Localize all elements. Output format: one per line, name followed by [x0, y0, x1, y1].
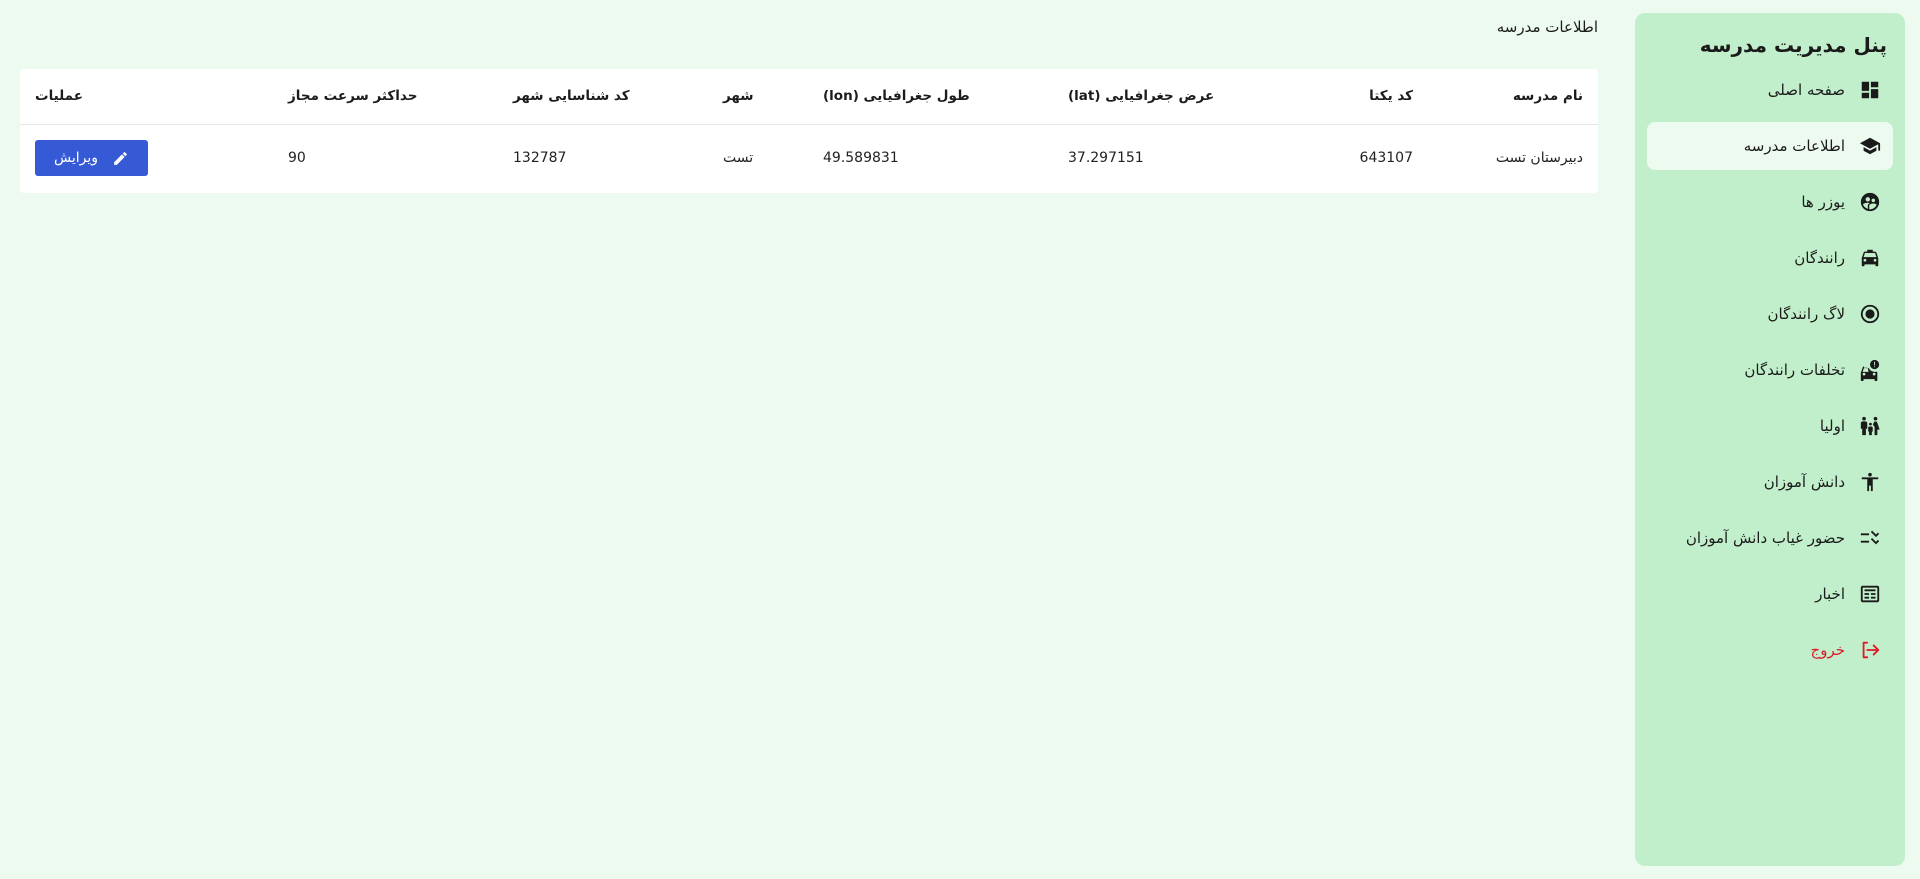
car-warning-icon	[1859, 359, 1881, 381]
sidebar-title: پنل مدیریت مدرسه	[1699, 33, 1887, 57]
cell-latitude: 37.297151	[1068, 150, 1144, 167]
sidebar-item-drivers[interactable]: رانندگان	[1647, 234, 1893, 282]
sidebar: پنل مدیریت مدرسه صفحه اصلی اطلاعات مدرسه…	[1635, 13, 1905, 866]
sidebar-item-label: خروج	[1810, 641, 1845, 659]
cell-city: تست	[723, 150, 754, 167]
sidebar-item-school-info[interactable]: اطلاعات مدرسه	[1647, 122, 1893, 170]
table-row: دبیرستان تست 643107 37.297151 49.589831 …	[20, 124, 1598, 192]
sidebar-item-home[interactable]: صفحه اصلی	[1647, 66, 1893, 114]
sidebar-item-users[interactable]: یوزر ها	[1647, 178, 1893, 226]
sidebar-item-label: لاگ رانندگان	[1767, 305, 1845, 323]
column-header-city-code: کد شناسایی شهر	[513, 88, 630, 105]
edit-button-label: ویرایش	[53, 150, 99, 167]
sidebar-item-label: یوزر ها	[1801, 193, 1845, 211]
column-header-city: شهر	[723, 88, 754, 105]
cell-longitude: 49.589831	[823, 150, 899, 167]
sidebar-item-label: صفحه اصلی	[1767, 81, 1845, 99]
school-info-table: نام مدرسه کد یکتا عرض جغرافیایی (lat) طو…	[20, 69, 1598, 192]
sidebar-item-students[interactable]: دانش آموزان	[1647, 458, 1893, 506]
table-header-row: نام مدرسه کد یکتا عرض جغرافیایی (lat) طو…	[20, 69, 1598, 124]
sidebar-item-label: اطلاعات مدرسه	[1743, 137, 1845, 155]
sidebar-item-label: اخبار	[1815, 585, 1845, 603]
radio-button-icon	[1859, 303, 1881, 325]
sidebar-item-label: حضور غیاب دانش آموزان	[1685, 529, 1845, 547]
edit-button[interactable]: ویرایش	[35, 140, 148, 177]
sidebar-item-label: اولیا	[1819, 417, 1845, 435]
sidebar-item-attendance[interactable]: حضور غیاب دانش آموزان	[1647, 514, 1893, 562]
newspaper-icon	[1859, 583, 1881, 605]
cell-city-code: 132787	[513, 150, 567, 167]
cell-actions: ویرایش	[20, 124, 273, 192]
cell-school-name: دبیرستان تست	[1495, 150, 1583, 167]
sidebar-item-driver-violations[interactable]: تخلفات رانندگان	[1647, 346, 1893, 394]
column-header-school-name: نام مدرسه	[1512, 88, 1583, 105]
sidebar-item-driver-logs[interactable]: لاگ رانندگان	[1647, 290, 1893, 338]
school-info-card: نام مدرسه کد یکتا عرض جغرافیایی (lat) طو…	[20, 69, 1598, 193]
column-header-unique-code: کد یکتا	[1369, 88, 1413, 105]
column-header-actions: عملیات	[35, 88, 83, 105]
cell-max-speed: 90	[288, 150, 306, 167]
users-icon	[1859, 191, 1881, 213]
pencil-icon	[114, 151, 127, 165]
sidebar-item-news[interactable]: اخبار	[1647, 570, 1893, 618]
sidebar-item-label: رانندگان	[1794, 249, 1845, 267]
family-icon	[1859, 415, 1881, 437]
sidebar-item-label: تخلفات رانندگان	[1744, 361, 1845, 379]
taxi-icon	[1859, 247, 1881, 269]
cell-unique-code: 643107	[1359, 150, 1413, 167]
column-header-max-speed: حداکثر سرعت مجاز	[288, 88, 418, 105]
sidebar-item-logout[interactable]: خروج	[1647, 626, 1893, 674]
school-icon	[1859, 135, 1881, 157]
sidebar-nav: صفحه اصلی اطلاعات مدرسه یوزر ها رانندگان…	[1647, 66, 1893, 674]
accessibility-icon	[1859, 471, 1881, 493]
dashboard-icon	[1859, 79, 1881, 101]
logout-icon	[1859, 639, 1881, 661]
page-title: اطلاعات مدرسه	[1496, 18, 1598, 36]
sidebar-item-parents[interactable]: اولیا	[1647, 402, 1893, 450]
column-header-latitude: عرض جغرافیایی (lat)	[1068, 88, 1215, 105]
sidebar-item-label: دانش آموزان	[1763, 473, 1845, 491]
column-header-longitude: طول جغرافیایی (lon)	[823, 88, 970, 105]
checklist-icon	[1859, 527, 1881, 549]
